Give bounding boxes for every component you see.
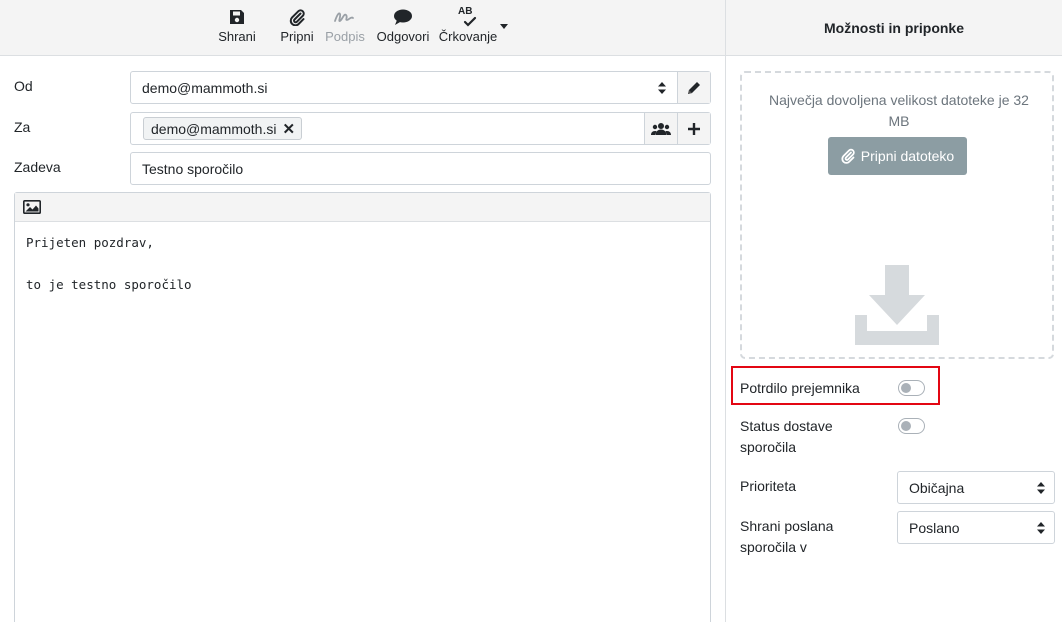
select-arrows-icon	[658, 82, 666, 94]
image-icon[interactable]	[23, 200, 41, 214]
subject-label: Zadeva	[14, 159, 61, 175]
paperclip-icon	[841, 148, 855, 164]
toggle-knob	[901, 421, 911, 431]
from-label: Od	[14, 78, 33, 94]
save-button[interactable]: Shrani	[218, 6, 256, 52]
dsn-toggle[interactable]	[898, 418, 925, 434]
body-line: Prijeten pozdrav,	[26, 235, 154, 250]
signature-label: Podpis	[325, 29, 365, 44]
body-line: to je testno sporočilo	[26, 277, 192, 292]
to-field[interactable]: demo@mammoth.si ✕	[130, 112, 711, 145]
from-select[interactable]: demo@mammoth.si	[130, 71, 711, 104]
spellcheck-label: Črkovanje	[438, 29, 498, 44]
download-icon	[855, 265, 939, 345]
editor-body[interactable]: Prijeten pozdrav, to je testno sporočilo	[15, 222, 710, 305]
store-sent-value: Poslano	[909, 520, 960, 536]
plus-icon	[688, 122, 700, 135]
priority-value: Običajna	[909, 480, 965, 496]
receipt-toggle[interactable]	[898, 380, 925, 396]
add-recipient-button[interactable]	[677, 113, 710, 144]
store-sent-label: Shrani poslana sporočila v	[740, 518, 834, 555]
paperclip-icon	[285, 6, 309, 28]
attach-file-button[interactable]: Pripni datoteko	[828, 137, 967, 175]
spellcheck-icon: AB	[456, 6, 480, 28]
priority-label: Prioriteta	[740, 478, 797, 494]
panel-title: Možnosti in priponke	[726, 0, 1062, 56]
recipient-chip: demo@mammoth.si ✕	[143, 117, 303, 140]
save-label: Shrani	[218, 29, 256, 44]
toggle-knob	[901, 383, 911, 393]
signature-icon	[333, 6, 357, 28]
respond-button[interactable]: Odgovori	[376, 6, 430, 52]
remove-recipient-icon[interactable]: ✕	[282, 120, 295, 138]
pencil-icon	[688, 81, 700, 94]
compose-area: Shrani Pripni Podpis Odgovori AB Črkovan…	[0, 0, 726, 622]
editor-toolbar	[15, 193, 710, 222]
to-label: Za	[14, 119, 31, 135]
compose-toolbar: Shrani Pripni Podpis Odgovori AB Črkovan…	[0, 0, 725, 56]
select-arrows-icon	[1037, 482, 1045, 494]
attach-label: Pripni	[280, 29, 314, 44]
receipt-label: Potrdilo prejemnika	[740, 380, 860, 396]
select-arrows-icon	[1037, 522, 1045, 534]
spellcheck-button[interactable]: AB Črkovanje	[438, 6, 498, 52]
subject-value: Testno sporočilo	[142, 161, 244, 177]
floppy-disk-icon	[225, 6, 249, 28]
store-sent-select[interactable]: Poslano	[897, 511, 1055, 544]
priority-select[interactable]: Običajna	[897, 471, 1055, 504]
from-value: demo@mammoth.si	[142, 80, 268, 96]
attachment-dropzone[interactable]: Največja dovoljena velikost datoteke je …	[740, 71, 1054, 359]
message-editor[interactable]: Prijeten pozdrav, to je testno sporočilo	[14, 192, 711, 622]
subject-input[interactable]: Testno sporočilo	[130, 152, 711, 185]
speech-bubble-icon	[391, 6, 415, 28]
attach-file-label: Pripni datoteko	[860, 148, 955, 164]
address-book-button[interactable]	[644, 113, 677, 144]
spellcheck-dropdown-caret-icon[interactable]	[500, 24, 508, 29]
body-line	[26, 253, 699, 274]
max-size-text: Največja dovoljena velikost datoteke je …	[769, 92, 1029, 129]
edit-identity-button[interactable]	[677, 72, 710, 103]
attach-button[interactable]: Pripni	[279, 6, 315, 52]
respond-label: Odgovori	[376, 29, 430, 44]
signature-button[interactable]: Podpis	[325, 6, 365, 52]
users-icon	[651, 122, 671, 135]
dsn-label: Status dostave sporočila	[740, 418, 833, 455]
options-panel: Možnosti in priponke Največja dovoljena …	[726, 0, 1062, 622]
recipient-address: demo@mammoth.si	[151, 120, 277, 137]
